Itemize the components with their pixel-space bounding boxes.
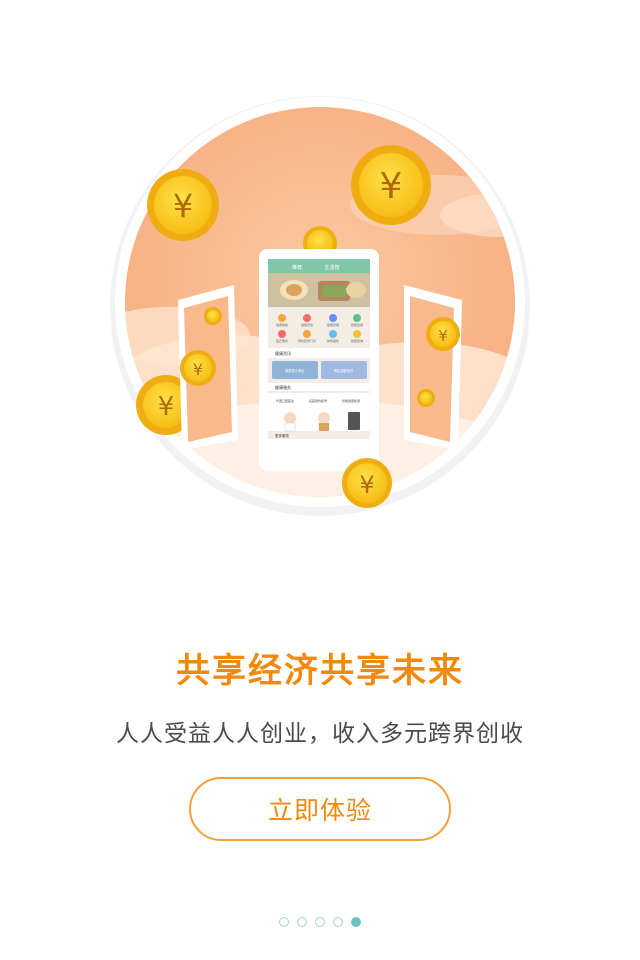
svg-text:¥: ¥: [173, 187, 193, 225]
page-indicator: [0, 914, 640, 930]
svg-text:¥: ¥: [438, 327, 448, 345]
svg-text:健康咨询: 健康咨询: [351, 338, 363, 343]
svg-text:预约挂号门诊: 预约挂号门诊: [298, 338, 316, 343]
svg-text:健康评估: 健康评估: [301, 322, 313, 327]
svg-text:推荐: 推荐: [292, 264, 302, 271]
phone-left: ¥: [178, 285, 238, 450]
phone-center: 推荐 生活馆 健康档案 健康评估 慢病管理 健康监测 医疗服务 预约挂号门诊 体…: [259, 249, 379, 471]
phone-right: ¥: [404, 285, 462, 450]
svg-text:健康资讯: 健康资讯: [275, 350, 291, 356]
page-title: 共享经济共享未来: [176, 651, 464, 691]
svg-text:智能健康检测: 智能健康检测: [342, 398, 360, 403]
coin-top-left: ¥: [147, 169, 219, 241]
svg-text:健康监测: 健康监测: [351, 322, 363, 327]
coin-bottom-center: ¥: [342, 458, 392, 508]
page-dot-2[interactable]: [297, 917, 307, 927]
svg-text:体检报告: 体检报告: [327, 338, 339, 343]
hero-illustration: ¥ ¥ ¥ ¥ ¥ 推荐 生活馆 健康档案 健康评估 慢病管理 健康监测 医疗服…: [0, 0, 640, 560]
svg-text:健康重大消息: 健康重大消息: [285, 368, 304, 373]
svg-text:更多服务: 更多服务: [275, 433, 289, 438]
svg-text:生活馆: 生活馆: [324, 264, 339, 271]
svg-text:养生保健知识: 养生保健知识: [334, 368, 353, 373]
page-dot-5[interactable]: [351, 917, 361, 927]
coin-top-right: ¥: [351, 145, 431, 225]
svg-text:华西口腔医生: 华西口腔医生: [276, 398, 294, 403]
svg-text:¥: ¥: [158, 392, 175, 422]
svg-text:健康档案: 健康档案: [276, 322, 288, 327]
svg-text:医疗服务: 医疗服务: [276, 338, 288, 343]
page-subtitle: 人人受益人人创业，收入多元跨界创收: [116, 721, 524, 747]
svg-text:慢病管理: 慢病管理: [327, 322, 339, 327]
page-dot-3[interactable]: [315, 917, 325, 927]
svg-text:¥: ¥: [380, 166, 403, 207]
svg-text:名医预约挂号: 名医预约挂号: [309, 398, 327, 403]
page-dot-4[interactable]: [333, 917, 343, 927]
svg-text:¥: ¥: [359, 471, 374, 499]
phone-screen-header: [268, 259, 370, 273]
svg-text:健康服务: 健康服务: [275, 384, 291, 390]
try-now-button[interactable]: 立即体验: [189, 777, 451, 841]
page-dot-1[interactable]: [279, 917, 289, 927]
svg-text:¥: ¥: [193, 360, 203, 379]
